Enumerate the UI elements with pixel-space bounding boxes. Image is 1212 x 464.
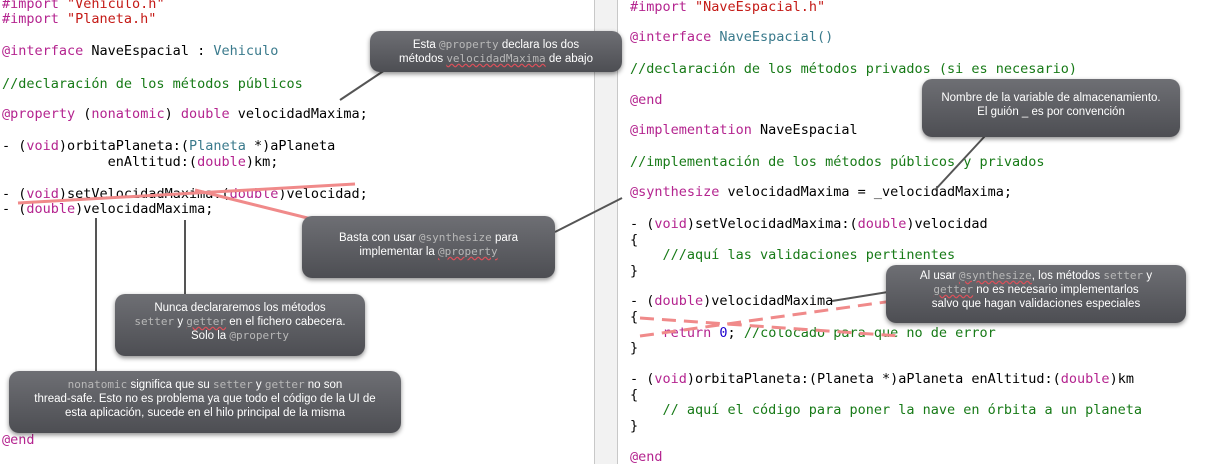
code-line: {	[630, 387, 639, 403]
code-line: #import "NaveEspacial.h"	[630, 0, 826, 15]
code-comment: ///aquí las validaciones pertinentes	[630, 247, 956, 263]
code-end: @end	[630, 92, 663, 108]
annotation-header: Nunca declararemos los métodos setter y …	[115, 294, 365, 356]
code-comment: // aquí el código para poner la nave en …	[630, 402, 1143, 418]
code-comment: //declaración de los métodos privados (s…	[630, 61, 1078, 77]
code-line: @property (nonatomic) double velocidadMa…	[2, 106, 368, 122]
code-line: }	[630, 340, 639, 356]
code-line: #import "Planeta.h"	[2, 11, 157, 27]
annotation-synthesize: Basta con usar @synthesize para implemen…	[302, 216, 555, 278]
code-line: return 0; //colocado para que no de erro…	[630, 325, 996, 341]
code-line: {	[630, 309, 639, 325]
annotation-property: Esta @property declara los dos métodos v…	[370, 31, 622, 72]
code-line: - (double)velocidadMaxima;	[2, 201, 214, 217]
code-line: }	[630, 418, 639, 434]
code-line: - (void)setVelocidadMaxima:(double)veloc…	[630, 216, 988, 232]
annotation-variable: Nombre de la variable de almacenamiento.…	[922, 79, 1180, 137]
code-line: - (double)velocidadMaxima	[630, 293, 834, 309]
code-comment: //declaración de los métodos públicos	[2, 76, 303, 92]
implementation-file-editor[interactable]: #import "NaveEspacial.h" @interface Nave…	[618, 0, 1212, 464]
code-line: @interface NaveEspacial()	[630, 29, 834, 45]
annotation-nonatomic: nonatomic significa que su setter y gett…	[9, 371, 401, 433]
annotation-synthesize-methods: Al usar @synthesize, los métodos setter …	[886, 265, 1186, 323]
code-end: @end	[630, 449, 663, 464]
code-line: - (void)orbitaPlaneta:(Planeta *)aPlanet…	[630, 371, 1134, 387]
code-comment: //implementación de los métodos públicos…	[630, 154, 1045, 170]
code-line: @synthesize velocidadMaxima = _velocidad…	[630, 184, 1013, 200]
code-line: }	[630, 263, 639, 279]
code-line: - (void)orbitaPlaneta:(Planeta *)aPlanet…	[2, 138, 336, 154]
code-line: enAltitud:(double)km;	[2, 154, 279, 170]
code-line: @interface NaveEspacial : Vehiculo	[2, 43, 279, 59]
code-line: @implementation NaveEspacial	[630, 122, 858, 138]
code-end: @end	[2, 432, 35, 448]
code-line: - (void)setVelocidadMaxima:(double)veloc…	[2, 186, 368, 202]
code-line: {	[630, 232, 639, 248]
